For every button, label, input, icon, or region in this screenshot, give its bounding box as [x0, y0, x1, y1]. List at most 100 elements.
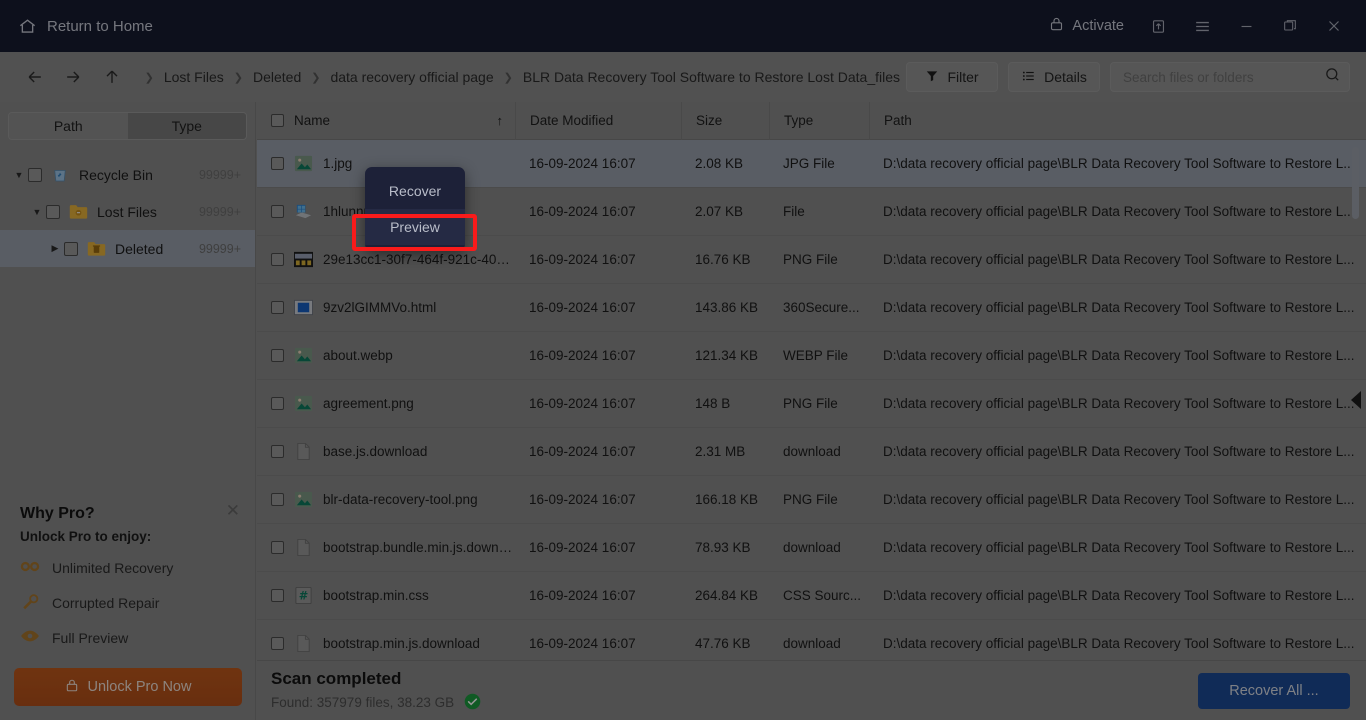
why-pro-panel: ✕ Why Pro? Unlock Pro to enjoy: Unlimite… [0, 487, 256, 720]
file-name-label: blr-data-recovery-tool.png [323, 492, 478, 507]
cell-name[interactable]: 9zv2lGIMMVo.html [257, 298, 515, 317]
cell-name[interactable]: bootstrap.bundle.min.js.download [257, 538, 515, 557]
tree-checkbox[interactable] [46, 204, 60, 219]
table-row[interactable]: # bootstrap.min.css 16-09-2024 16:07 264.84… [257, 572, 1366, 620]
table-row[interactable]: about.webp 16-09-2024 16:07 121.34 KB WEBP … [257, 332, 1366, 380]
filter-button[interactable]: Filter [906, 62, 999, 92]
recycle-bin-icon [51, 166, 71, 184]
cell-name[interactable]: agreement.png [257, 394, 515, 413]
scan-status-title: Scan completed [271, 668, 402, 688]
activate-button[interactable]: Activate [1039, 10, 1134, 42]
cell-size: 16.76 KB [695, 252, 751, 267]
details-button[interactable]: Details [1008, 62, 1101, 92]
device-file-icon [293, 202, 314, 221]
row-checkbox[interactable] [271, 301, 284, 314]
context-menu-item-preview[interactable]: Preview [365, 209, 465, 245]
row-checkbox[interactable] [271, 253, 284, 266]
cell-path: D:\data recovery official page\BLR Data … [883, 492, 1355, 507]
chevron-down-icon[interactable]: ▼ [28, 207, 46, 217]
context-menu-item-recover[interactable]: Recover [365, 173, 465, 209]
perk-corrupted-repair: Corrupted Repair [20, 592, 236, 613]
tree-checkbox[interactable] [64, 241, 78, 256]
cell-type: download [783, 444, 841, 459]
tree-item-deleted[interactable]: ▶ Deleted 99999+ [0, 230, 255, 267]
vertical-scrollbar-thumb[interactable] [1352, 147, 1359, 219]
row-checkbox[interactable] [271, 589, 284, 602]
table-row[interactable]: agreement.png 16-09-2024 16:07 148 B PNG Fi… [257, 380, 1366, 428]
breadcrumb-item-0[interactable]: Lost Files [158, 66, 230, 88]
collapse-panel-arrow-icon[interactable] [1350, 390, 1362, 410]
up-arrow-icon[interactable] [92, 57, 130, 97]
cell-path: D:\data recovery official page\BLR Data … [883, 540, 1355, 555]
close-icon[interactable] [1314, 8, 1354, 44]
row-checkbox[interactable] [271, 637, 284, 650]
cell-name[interactable]: # bootstrap.min.css [257, 586, 515, 605]
search-icon[interactable] [1324, 66, 1341, 88]
row-checkbox[interactable] [271, 157, 284, 170]
forward-arrow-icon[interactable] [54, 57, 92, 97]
sort-ascending-icon[interactable]: ↑ [497, 113, 504, 128]
minimize-icon[interactable] [1226, 8, 1266, 44]
column-header-type[interactable]: Type [769, 102, 869, 140]
search-input[interactable] [1123, 69, 1325, 85]
table-row[interactable]: bootstrap.min.js.download 16-09-2024 16:0… [257, 620, 1366, 660]
tree-checkbox[interactable] [28, 167, 42, 182]
chevron-down-icon[interactable]: ▼ [10, 170, 28, 180]
row-checkbox[interactable] [271, 541, 284, 554]
table-row[interactable]: base.js.download 16-09-2024 16:07 2.31 MB d… [257, 428, 1366, 476]
chevron-right-icon[interactable]: ▶ [46, 243, 64, 254]
row-checkbox[interactable] [271, 445, 284, 458]
recover-all-button[interactable]: Recover All ... [1198, 672, 1350, 709]
table-row[interactable]: bootstrap.bundle.min.js.download 16-09-20… [257, 524, 1366, 572]
cell-size: 121.34 KB [695, 348, 759, 363]
cell-date-modified: 16-09-2024 16:07 [529, 300, 636, 315]
tree-item-count: 99999+ [198, 204, 241, 219]
file-name-label: 1hlunnr [323, 204, 369, 219]
breadcrumb-item-1[interactable]: Deleted [247, 66, 307, 88]
breadcrumb-separator: ❯ [144, 71, 154, 84]
tree-item-lost-files[interactable]: ▼ Lost Files 99999+ [0, 193, 255, 230]
select-all-checkbox[interactable] [271, 114, 284, 127]
table-row[interactable]: blr-data-recovery-tool.png 16-09-2024 16:… [257, 476, 1366, 524]
cell-type: File [783, 204, 805, 219]
cell-name[interactable]: blr-data-recovery-tool.png [257, 490, 515, 509]
maximize-icon[interactable] [1270, 8, 1310, 44]
cell-name[interactable]: about.webp [257, 346, 515, 365]
cell-name[interactable]: 29e13cc1-30f7-464f-921c-404275... [257, 250, 515, 269]
file-name-label: 29e13cc1-30f7-464f-921c-404275... [323, 252, 515, 267]
file-name-label: 9zv2lGIMMVo.html [323, 300, 437, 315]
table-row[interactable]: 9zv2lGIMMVo.html 16-09-2024 16:07 143.86 K… [257, 284, 1366, 332]
column-header-name[interactable]: Name ↑ [257, 102, 515, 140]
tab-path[interactable]: Path [9, 113, 128, 139]
unlock-pro-now-button[interactable]: Unlock Pro Now [14, 668, 242, 706]
cell-size: 2.08 KB [695, 156, 744, 171]
blank-file-icon [293, 634, 314, 653]
breadcrumb-item-2[interactable]: data recovery official page [324, 66, 499, 88]
tree-item-recycle-bin[interactable]: ▼ Recycle Bin 99999+ [0, 156, 255, 193]
hamburger-menu-icon[interactable] [1182, 8, 1222, 44]
why-pro-title: Why Pro? [20, 505, 95, 522]
column-header-path[interactable]: Path [869, 102, 1366, 140]
cell-type: download [783, 540, 841, 555]
upgrade-icon[interactable] [1138, 8, 1178, 44]
row-checkbox[interactable] [271, 349, 284, 362]
row-checkbox[interactable] [271, 493, 284, 506]
search-box[interactable] [1110, 62, 1351, 92]
row-checkbox[interactable] [271, 205, 284, 218]
back-arrow-icon[interactable] [16, 57, 54, 97]
row-checkbox[interactable] [271, 397, 284, 410]
cell-size: 148 B [695, 396, 731, 411]
folder-deleted-icon [87, 240, 107, 258]
close-icon[interactable]: ✕ [226, 501, 240, 521]
tree-item-label: Recycle Bin [79, 166, 153, 183]
css-file-icon: # [293, 586, 314, 605]
cell-name[interactable]: bootstrap.min.js.download [257, 634, 515, 653]
column-header-date-modified[interactable]: Date Modified [515, 102, 681, 140]
cell-date-modified: 16-09-2024 16:07 [529, 588, 636, 603]
tab-type[interactable]: Type [127, 113, 246, 139]
breadcrumb-item-3[interactable]: BLR Data Recovery Tool Software to Resto… [517, 66, 906, 88]
return-to-home-button[interactable]: Return to Home [18, 17, 153, 36]
cell-name[interactable]: base.js.download [257, 442, 515, 461]
column-header-size[interactable]: Size [681, 102, 769, 140]
cell-type: 360Secure... [783, 300, 860, 315]
